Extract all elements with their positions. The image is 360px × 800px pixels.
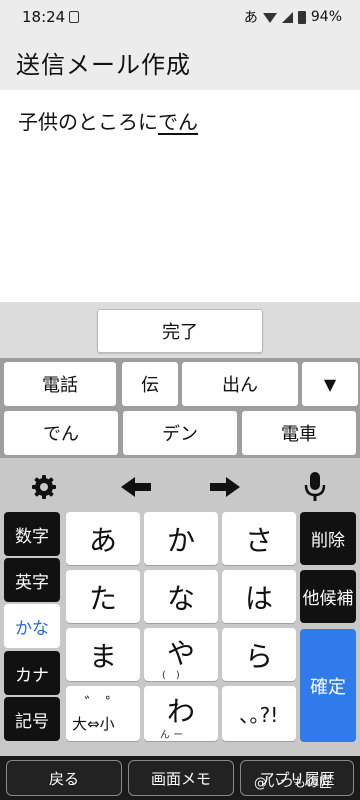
done-bar: 完了 [0,302,360,358]
key-ya-sub: ( ) [162,670,180,681]
candidate-item[interactable]: 伝 [122,362,178,406]
key-wa-sub: ん ー [160,730,184,741]
key-na[interactable]: な [144,570,218,623]
ime-indicator: あ [243,10,258,26]
battery-percent: 94% [310,9,342,25]
mode-hiragana[interactable]: かな [4,604,60,648]
arrow-left-icon [121,477,151,497]
arrow-right-icon [210,477,240,497]
candidate-item[interactable]: でん [4,411,118,455]
app-header: 送信メール作成 [0,34,360,90]
cursor-right-button[interactable] [205,470,245,504]
signal-icon [281,11,293,23]
key-ta[interactable]: た [66,570,140,623]
sim-icon [69,11,80,23]
key-ra[interactable]: ら [222,628,296,681]
voice-input-button[interactable] [295,470,335,504]
key-ma[interactable]: ま [66,628,140,681]
page-title: 送信メール作成 [16,50,191,79]
candidate-item[interactable]: 電車 [242,411,356,455]
mode-symbols[interactable]: 記号 [4,697,60,741]
composing-text: でん [158,110,198,134]
confirm-button[interactable]: 確定 [300,629,356,742]
screen-memo-button[interactable]: 画面メモ [128,760,234,796]
message-body-input[interactable]: 子供のところにでん [0,90,360,302]
candidate-item[interactable]: 出ん [182,362,298,406]
key-dakuten-main: ゛ ゜ [84,694,122,713]
status-bar: 18:24 あ 94% [0,0,360,34]
battery-icon [297,10,306,24]
triangle-down-icon: ▼ [323,374,337,394]
wifi-icon [262,13,277,23]
candidate-item[interactable]: 電話 [4,362,116,406]
done-button[interactable]: 完了 [97,309,263,353]
key-punctuation[interactable]: ､｡?! [222,686,296,741]
delete-button[interactable]: 削除 [300,512,356,565]
settings-button[interactable] [24,470,64,504]
status-time: 18:24 [22,8,66,26]
cursor-left-button[interactable] [116,470,156,504]
key-ka[interactable]: か [144,512,218,565]
mode-english[interactable]: 英字 [4,558,60,602]
watermark: @いつもの匠 [254,776,333,791]
key-dakuten-sub: 大⇔小 [72,715,115,733]
key-ha[interactable]: は [222,570,296,623]
gear-icon [32,475,56,499]
committed-text: 子供のところに [18,110,158,134]
mode-katakana[interactable]: カナ [4,651,60,695]
expand-candidates-button[interactable]: ▼ [302,362,358,406]
key-sa[interactable]: さ [222,512,296,565]
mode-numbers[interactable]: 数字 [4,512,60,556]
microphone-icon [304,472,326,501]
candidate-item[interactable]: デン [123,411,237,455]
back-button[interactable]: 戻る [6,760,122,796]
key-ya[interactable]: や [144,628,218,681]
other-candidates-button[interactable]: 他候補 [300,570,356,623]
key-wa-main: わ [166,695,195,728]
key-a[interactable]: あ [66,512,140,565]
